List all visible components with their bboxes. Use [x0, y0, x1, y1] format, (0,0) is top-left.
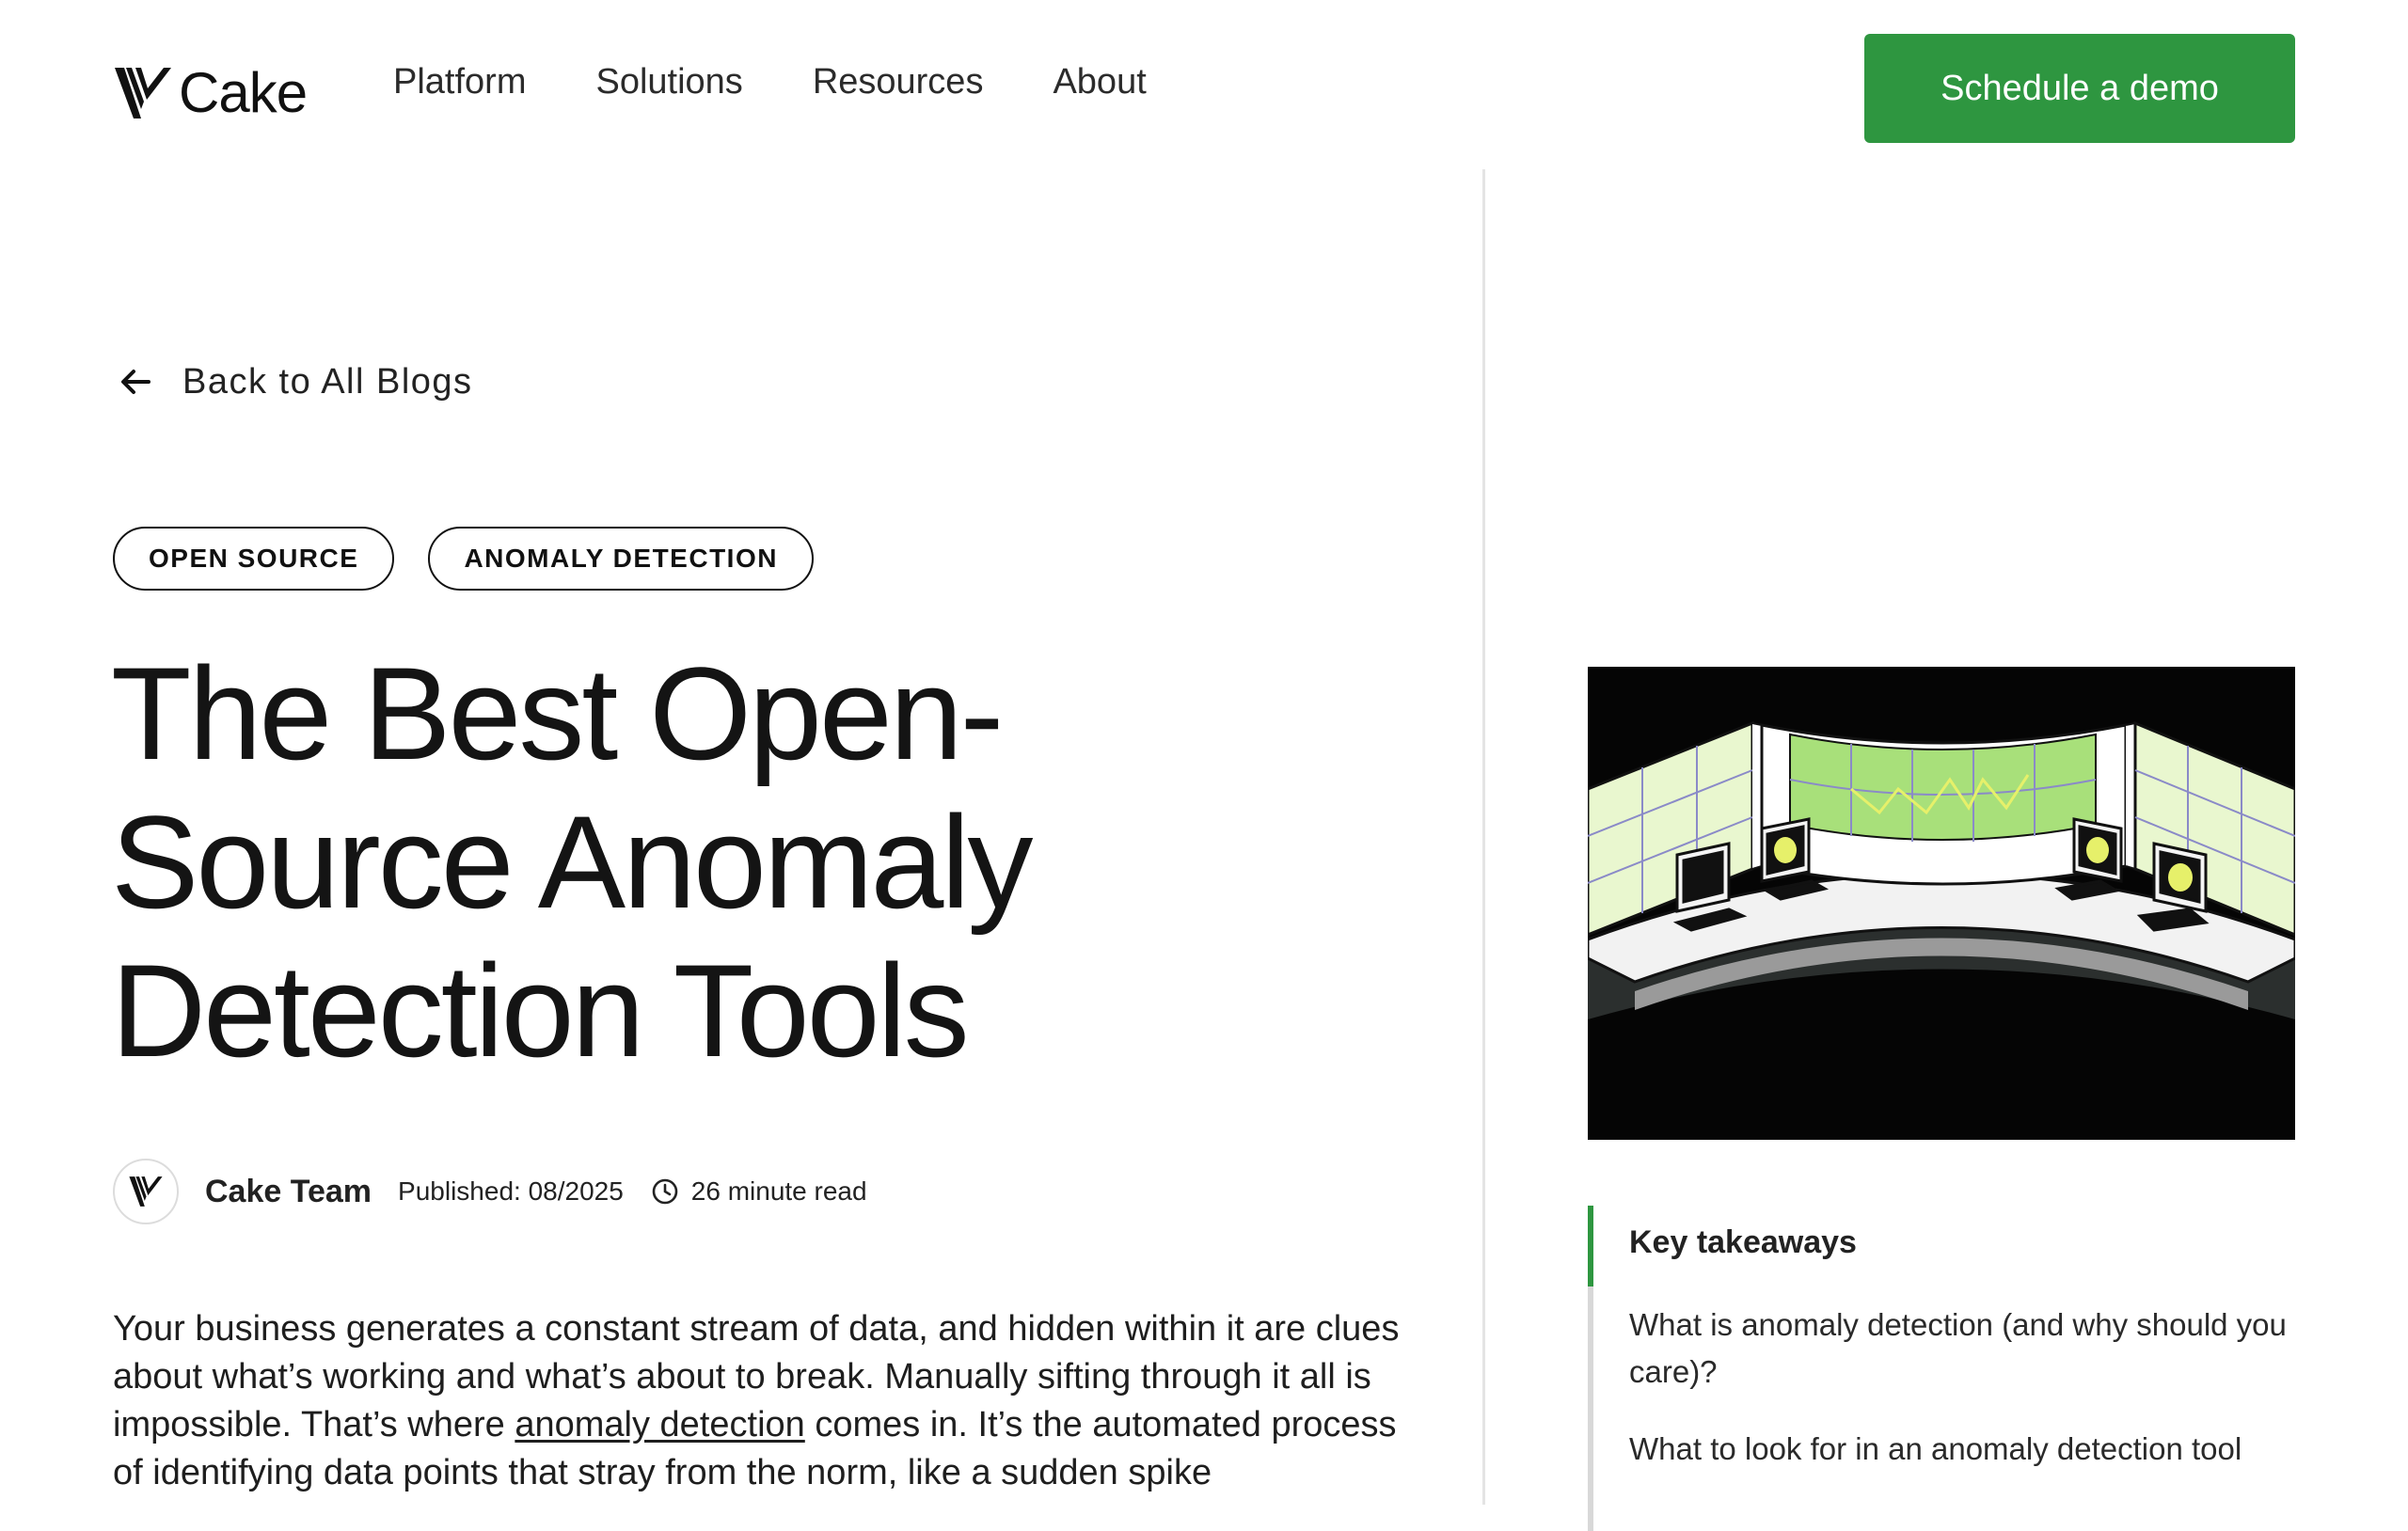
published-date: Published: 08/2025	[398, 1176, 624, 1206]
author-avatar	[113, 1159, 179, 1224]
column-divider	[1482, 169, 1485, 1505]
key-takeaways: Key takeaways What is anomaly detection …	[1588, 1206, 2295, 1531]
takeaways-active-indicator	[1588, 1206, 1593, 1286]
takeaways-title: Key takeaways	[1629, 1224, 1857, 1260]
back-link-label: Back to All Blogs	[182, 361, 473, 402]
author-name: Cake Team	[205, 1173, 372, 1209]
article-meta: Cake Team Published: 08/2025 26 minute r…	[113, 1159, 867, 1224]
article-intro: Your business generates a constant strea…	[113, 1305, 1402, 1497]
logo-text: Cake	[179, 61, 308, 124]
cake-logo-icon	[129, 1176, 163, 1207]
read-time-label: 26 minute read	[690, 1176, 867, 1206]
nav-platform[interactable]: Platform	[393, 62, 526, 103]
tag-anomaly-detection[interactable]: ANOMALY DETECTION	[428, 527, 814, 591]
schedule-demo-button[interactable]: Schedule a demo	[1864, 34, 2295, 143]
takeaway-item[interactable]: What to look for in an anomaly detection…	[1629, 1426, 2288, 1473]
control-room-illustration	[1588, 667, 2295, 1140]
nav-about[interactable]: About	[1053, 62, 1146, 103]
clock-icon	[652, 1178, 678, 1205]
anomaly-detection-link[interactable]: anomaly detection	[515, 1405, 804, 1444]
main-nav: Platform Solutions Resources About	[393, 62, 1147, 103]
nav-resources[interactable]: Resources	[813, 62, 984, 103]
article-title: The Best Open-Source Anomaly Detection T…	[111, 639, 1033, 1084]
takeaway-item[interactable]: What is anomaly detection (and why shoul…	[1629, 1302, 2288, 1396]
tag-open-source[interactable]: OPEN SOURCE	[113, 527, 395, 591]
arrow-left-icon	[121, 370, 150, 394]
cake-logo[interactable]: Cake	[113, 60, 308, 125]
back-to-blogs-link[interactable]: Back to All Blogs	[115, 361, 473, 402]
cake-logo-icon	[115, 67, 171, 118]
tag-list: OPEN SOURCE ANOMALY DETECTION	[113, 527, 814, 591]
nav-solutions[interactable]: Solutions	[595, 62, 742, 103]
takeaways-track	[1588, 1286, 1593, 1531]
hero-illustration	[1588, 667, 2295, 1140]
site-header: Cake Platform Solutions Resources About …	[0, 0, 2408, 169]
read-time: 26 minute read	[650, 1176, 867, 1207]
